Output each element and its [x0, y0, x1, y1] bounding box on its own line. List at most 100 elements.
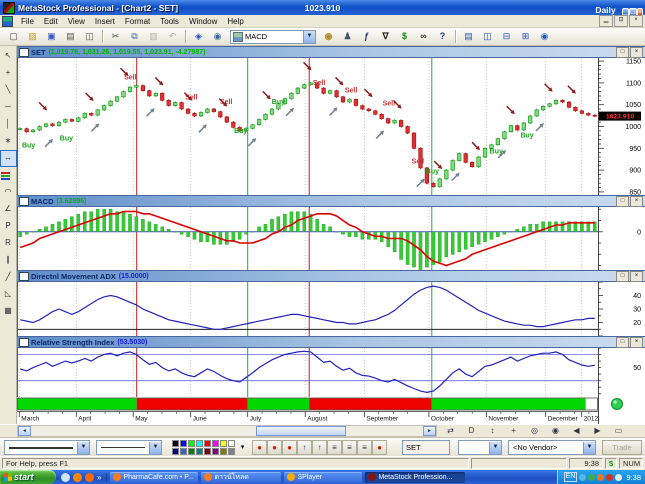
expand-vertical-button[interactable]: ↕: [482, 425, 503, 437]
chevron-down-icon[interactable]: ▼: [149, 442, 161, 454]
pane-maximize-button[interactable]: □: [616, 196, 629, 207]
chart-region[interactable]: BuyBuySellSellSellBuyBuySellSellSellSell…: [17, 46, 645, 424]
trade-button[interactable]: Trade: [602, 440, 642, 455]
pane-title-macd[interactable]: MACD (3.62996) □×: [17, 195, 645, 207]
palette-color-2[interactable]: [188, 440, 195, 447]
tile-horizontal-button[interactable]: ⊟: [497, 28, 516, 45]
downloader-button[interactable]: ∞: [414, 28, 433, 45]
indicator-quicklist-combo[interactable]: MACD ▼: [230, 30, 316, 44]
text-r-tool[interactable]: R: [0, 235, 17, 252]
palette-color-0[interactable]: [172, 440, 179, 447]
taskbar-task[interactable]: PharmaCafe.com • P...: [110, 472, 198, 483]
pane-title-adx[interactable]: Directnl Movement ADX (15.0000) □×: [17, 270, 645, 282]
pane-title-rsi[interactable]: Relative Strength Index (53.5030) □×: [17, 336, 645, 348]
new-button[interactable]: ▢: [4, 28, 23, 45]
taskbar-task[interactable]: SPlayer: [284, 472, 362, 483]
shield-tray-icon[interactable]: [588, 474, 595, 481]
tick-style-button-1[interactable]: ●: [252, 440, 267, 455]
interval-combo[interactable]: ▼: [458, 440, 502, 455]
firefox-icon[interactable]: [85, 473, 94, 482]
tile-grid-button[interactable]: ⊞: [516, 28, 535, 45]
pane-close-button[interactable]: ×: [630, 337, 643, 348]
system-tester-button[interactable]: $: [395, 28, 414, 45]
chevron-down-icon[interactable]: ▼: [303, 31, 315, 43]
pane-close-button[interactable]: ×: [630, 196, 643, 207]
layout-drawer-button-2[interactable]: ≡: [342, 440, 357, 455]
palette-color-15[interactable]: [228, 448, 235, 455]
cut-button[interactable]: ✂: [106, 28, 125, 45]
symbol-palette-tool[interactable]: [0, 167, 17, 184]
palette-color-7[interactable]: [228, 440, 235, 447]
zoom-in-button[interactable]: +: [503, 425, 524, 437]
pane-close-button[interactable]: ×: [630, 47, 643, 58]
tick-style-button-3[interactable]: ●: [282, 440, 297, 455]
zoom-normal-button[interactable]: ◎: [524, 425, 545, 437]
delete-tool[interactable]: ∗: [0, 133, 17, 150]
refresh-data-button[interactable]: ⇄: [440, 425, 461, 437]
volume-tray-icon[interactable]: [615, 474, 622, 481]
fib-fan-tool[interactable]: ◺: [0, 286, 17, 303]
palette-color-10[interactable]: [188, 448, 195, 455]
menu-format[interactable]: Format: [120, 17, 155, 26]
scrollbar-right-arrow[interactable]: ►: [423, 426, 436, 436]
chart-horizontal-scrollbar[interactable]: ◄ ►: [17, 425, 437, 437]
upload-chart-button-2[interactable]: ↑: [312, 440, 327, 455]
pane-maximize-button[interactable]: □: [616, 47, 629, 58]
smart-chart-button[interactable]: ▤: [459, 28, 478, 45]
palette-color-3[interactable]: [196, 440, 203, 447]
palette-color-5[interactable]: [212, 440, 219, 447]
quick-launch-chevron[interactable]: »: [97, 473, 101, 482]
color-palette-dropdown[interactable]: ▾: [238, 440, 247, 455]
tick-style-button-4[interactable]: ●: [372, 440, 387, 455]
periodicity-daily-button[interactable]: D: [461, 425, 482, 437]
zoom-reset-button[interactable]: ◉: [545, 425, 566, 437]
pattern-tool[interactable]: ▦: [0, 303, 17, 320]
copy-button[interactable]: ⧉: [125, 28, 144, 45]
symbol-field[interactable]: SET: [402, 440, 450, 455]
show-desktop-icon[interactable]: [61, 473, 70, 482]
chevron-down-icon[interactable]: ▼: [489, 442, 501, 454]
mdi-restore-button[interactable]: ⊡: [614, 15, 628, 27]
pointer-tool[interactable]: ↖: [0, 48, 17, 65]
mdi-close-button[interactable]: ×: [629, 15, 643, 27]
ray-tool[interactable]: ╱: [0, 269, 17, 286]
scale-tool[interactable]: ↔: [0, 150, 17, 167]
upload-chart-button-1[interactable]: ↑: [297, 440, 312, 455]
crosshair-pointer-button[interactable]: ◈: [189, 28, 208, 45]
menu-edit[interactable]: Edit: [39, 17, 63, 26]
expert-advisor-button[interactable]: ◉: [319, 28, 338, 45]
trendline-tool[interactable]: ╲: [0, 82, 17, 99]
layout-drawer-button-1[interactable]: ≡: [327, 440, 342, 455]
scroll-chart-right-button[interactable]: ▶: [587, 425, 608, 437]
print-preview-button[interactable]: ◫: [80, 28, 99, 45]
page-layout-button[interactable]: ▭: [608, 425, 629, 437]
tick-style-button-2[interactable]: ●: [267, 440, 282, 455]
vendor-combo[interactable]: <No Vendor> ▼: [508, 440, 596, 455]
refresh-view-button[interactable]: ◉: [535, 28, 554, 45]
menu-file[interactable]: File: [16, 17, 39, 26]
text-p-tool[interactable]: P: [0, 218, 17, 235]
taskbar-task[interactable]: MetaStock Profession...: [365, 472, 465, 483]
menu-insert[interactable]: Insert: [90, 17, 120, 26]
chevron-down-icon[interactable]: ▼: [583, 442, 595, 454]
taskbar-task[interactable]: ดาวน์โหลด: [201, 472, 281, 483]
palette-color-9[interactable]: [180, 448, 187, 455]
language-indicator[interactable]: EN: [564, 472, 578, 482]
save-button[interactable]: ▣: [42, 28, 61, 45]
print-button[interactable]: ▤: [61, 28, 80, 45]
menu-tools[interactable]: Tools: [155, 17, 184, 26]
start-button[interactable]: start: [0, 470, 56, 484]
updater-tray-icon[interactable]: [597, 474, 604, 481]
palette-color-1[interactable]: [180, 440, 187, 447]
horizontal-line-tool[interactable]: ─: [0, 99, 17, 116]
crosshair-tool[interactable]: +: [0, 65, 17, 82]
layout-drawer-button-3[interactable]: ≡: [357, 440, 372, 455]
menu-view[interactable]: View: [63, 17, 90, 26]
vertical-line-tool[interactable]: │: [0, 116, 17, 133]
pane-maximize-button[interactable]: □: [616, 271, 629, 282]
scroll-chart-left-button[interactable]: ◀: [566, 425, 587, 437]
open-button[interactable]: ▨: [23, 28, 42, 45]
palette-color-11[interactable]: [196, 448, 203, 455]
palette-color-13[interactable]: [212, 448, 219, 455]
context-help-button[interactable]: ?: [433, 28, 452, 45]
